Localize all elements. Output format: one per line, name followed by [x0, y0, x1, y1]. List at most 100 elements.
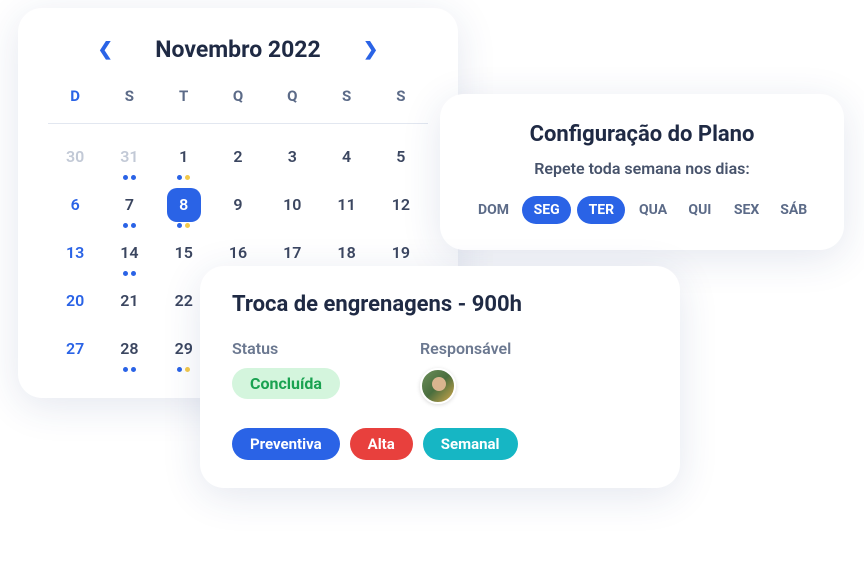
weekday-chip[interactable]: SEX [726, 196, 766, 224]
task-responsible-col: Responsável [420, 339, 511, 404]
status-label: Status [232, 339, 340, 358]
calendar-day-number: 5 [384, 140, 418, 174]
calendar-weekday: Q [265, 87, 319, 123]
calendar-day[interactable]: 30 [48, 134, 102, 182]
task-title: Troca de engrenagens - 900h [232, 292, 648, 317]
calendar-day-number: 27 [58, 332, 92, 366]
calendar-day[interactable]: 4 [319, 134, 373, 182]
calendar-day[interactable]: 3 [265, 134, 319, 182]
calendar-day-number: 10 [275, 188, 309, 222]
prev-month-button[interactable]: ❮ [95, 39, 115, 60]
event-dot-icon [123, 271, 128, 276]
status-badge: Concluída [232, 368, 340, 399]
plan-config-subtitle: Repete toda semana nos dias: [470, 159, 814, 178]
calendar-day-dots [123, 223, 136, 228]
calendar-weekday: Q [211, 87, 265, 123]
calendar-day[interactable]: 12 [374, 182, 428, 230]
calendar-day[interactable]: 9 [211, 182, 265, 230]
calendar-day[interactable]: 10 [265, 182, 319, 230]
calendar-weekday: S [102, 87, 156, 123]
event-dot-icon [123, 223, 128, 228]
calendar-day[interactable]: 1 [157, 134, 211, 182]
calendar-day-number: 14 [112, 236, 146, 270]
calendar-day[interactable]: 14 [102, 230, 156, 278]
calendar-weekday: D [48, 87, 102, 123]
calendar-day[interactable]: 5 [374, 134, 428, 182]
calendar-day-dots [123, 175, 136, 180]
event-dot-icon [131, 271, 136, 276]
calendar-day[interactable]: 8 [157, 182, 211, 230]
calendar-day-number: 18 [330, 236, 364, 270]
avatar[interactable] [420, 368, 456, 404]
calendar-day[interactable]: 20 [48, 278, 102, 326]
calendar-weekday: T [157, 87, 211, 123]
weekday-chip[interactable]: SÁB [772, 196, 814, 224]
calendar-weekday: S [319, 87, 373, 123]
next-month-button[interactable]: ❯ [361, 39, 381, 60]
calendar-header: ❮ Novembro 2022 ❯ [48, 36, 428, 63]
calendar-day[interactable]: 7 [102, 182, 156, 230]
weekday-chip-row: DOMSEGTERQUAQUISEXSÁB [470, 196, 814, 224]
calendar-day-number: 30 [58, 140, 92, 174]
task-tag-row: PreventivaAltaSemanal [232, 428, 648, 460]
task-tag: Preventiva [232, 428, 340, 460]
event-dot-icon [123, 367, 128, 372]
weekday-chip[interactable]: QUI [680, 196, 720, 224]
calendar-day[interactable]: 11 [319, 182, 373, 230]
weekday-chip[interactable]: DOM [470, 196, 516, 224]
calendar-day[interactable]: 13 [48, 230, 102, 278]
calendar-day-dots [177, 367, 190, 372]
responsible-label: Responsável [420, 339, 511, 358]
calendar-day-number: 9 [221, 188, 255, 222]
calendar-day-number: 22 [167, 284, 201, 318]
event-dot-icon [131, 367, 136, 372]
event-dot-icon [131, 223, 136, 228]
calendar-day[interactable]: 2 [211, 134, 265, 182]
calendar-day-number: 11 [330, 188, 364, 222]
plan-config-card: Configuração do Plano Repete toda semana… [440, 94, 844, 250]
calendar-day[interactable]: 31 [102, 134, 156, 182]
calendar-day-number: 8 [167, 188, 201, 222]
event-dot-icon [123, 175, 128, 180]
calendar-day-number: 1 [167, 140, 201, 174]
task-tag: Alta [350, 428, 413, 460]
calendar-day-number: 2 [221, 140, 255, 174]
calendar-day-number: 3 [275, 140, 309, 174]
calendar-day[interactable]: 6 [48, 182, 102, 230]
calendar-day-number: 12 [384, 188, 418, 222]
calendar-day-number: 4 [330, 140, 364, 174]
event-dot-icon [185, 175, 190, 180]
plan-config-title: Configuração do Plano [470, 122, 814, 147]
calendar-day[interactable]: 15 [157, 230, 211, 278]
calendar-day-number: 19 [384, 236, 418, 270]
event-dot-icon [185, 367, 190, 372]
event-dot-icon [185, 223, 190, 228]
calendar-day-number: 16 [221, 236, 255, 270]
calendar-day[interactable]: 21 [102, 278, 156, 326]
weekday-chip[interactable]: TER [577, 196, 625, 224]
task-status-col: Status Concluída [232, 339, 340, 404]
calendar-day[interactable]: 27 [48, 326, 102, 374]
calendar-day-number: 28 [112, 332, 146, 366]
weekday-chip[interactable]: SEG [522, 196, 571, 224]
calendar-day-number: 15 [167, 236, 201, 270]
calendar-day-number: 7 [112, 188, 146, 222]
event-dot-icon [131, 175, 136, 180]
event-dot-icon [177, 223, 182, 228]
calendar-day-dots [123, 367, 136, 372]
calendar-title: Novembro 2022 [155, 36, 320, 63]
weekday-chip[interactable]: QUA [631, 196, 674, 224]
calendar-day-number: 21 [112, 284, 146, 318]
calendar-day-dots [177, 223, 190, 228]
calendar-day-dots [123, 271, 136, 276]
task-details-row: Status Concluída Responsável [232, 339, 648, 404]
calendar-day-number: 13 [58, 236, 92, 270]
calendar-day-dots [177, 175, 190, 180]
calendar-day[interactable]: 28 [102, 326, 156, 374]
calendar-day-number: 31 [112, 140, 146, 174]
task-card: Troca de engrenagens - 900h Status Concl… [200, 266, 680, 488]
event-dot-icon [177, 367, 182, 372]
calendar-weekday-row: DSTQQSS [48, 87, 428, 123]
calendar-day-number: 29 [167, 332, 201, 366]
calendar-weekday: S [374, 87, 428, 123]
